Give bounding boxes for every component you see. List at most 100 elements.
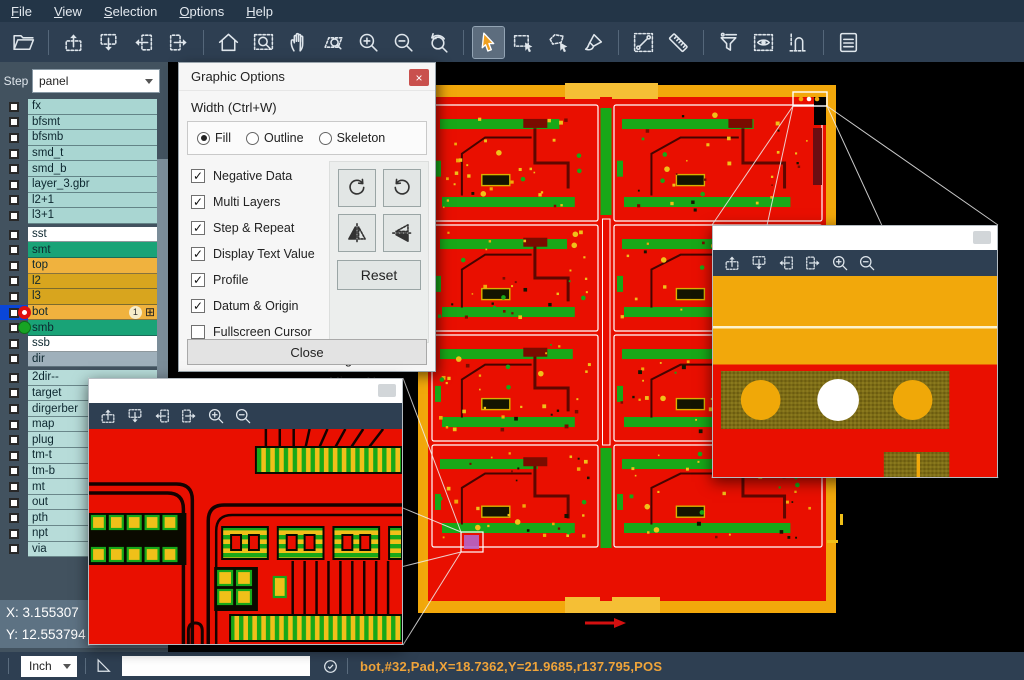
layer-name-cell[interactable]: l3+1	[28, 208, 157, 224]
radio-skeleton[interactable]: Skeleton	[319, 131, 386, 145]
layer-name-cell[interactable]: l2	[28, 274, 157, 290]
layer-row-sst[interactable]: sst	[0, 227, 168, 243]
layer-visibility-checkbox[interactable]	[0, 289, 28, 305]
menu-help[interactable]: Help	[235, 0, 284, 22]
reset-button[interactable]: Reset	[337, 260, 421, 290]
popup-titlebar[interactable]	[89, 379, 402, 403]
snap-button[interactable]	[783, 27, 814, 58]
layer-visibility-checkbox[interactable]	[0, 242, 28, 258]
layer-visibility-checkbox[interactable]	[0, 208, 28, 224]
report-button[interactable]	[833, 27, 864, 58]
layer-row-smd_b[interactable]: smd_b	[0, 161, 168, 177]
measure-line-button[interactable]	[628, 27, 659, 58]
layer-visibility-checkbox[interactable]	[0, 99, 28, 115]
zoom-object-button[interactable]	[318, 27, 349, 58]
popup-titlebar[interactable]	[713, 226, 997, 250]
layer-name-cell[interactable]: l3	[28, 289, 157, 305]
layer-visibility-checkbox[interactable]	[0, 448, 28, 464]
layer-visibility-checkbox[interactable]	[0, 479, 28, 495]
layer-row-smb[interactable]: smb	[0, 320, 168, 336]
layer-visibility-checkbox[interactable]	[0, 274, 28, 290]
popup-magnified-view[interactable]	[713, 276, 997, 477]
layer-visibility-checkbox[interactable]	[0, 227, 28, 243]
layer-visibility-checkbox[interactable]	[0, 542, 28, 558]
command-input[interactable]	[122, 656, 310, 676]
layer-row-dir[interactable]: dir	[0, 352, 168, 368]
select-pointer-button[interactable]	[473, 27, 504, 58]
layer-name-cell[interactable]: smb	[28, 320, 157, 336]
layer-visibility-checkbox[interactable]	[0, 417, 28, 433]
pan-left-button[interactable]	[772, 252, 799, 274]
unit-select[interactable]: Inch	[21, 656, 77, 677]
layer-visibility-checkbox[interactable]	[0, 115, 28, 131]
zoom-out-button[interactable]	[388, 27, 419, 58]
home-button[interactable]	[213, 27, 244, 58]
layer-row-smt[interactable]: smt	[0, 242, 168, 258]
layer-row-l2[interactable]: l2	[0, 274, 168, 290]
layer-visibility-checkbox[interactable]	[0, 161, 28, 177]
view-options-button[interactable]	[748, 27, 779, 58]
apply-circle-check-icon[interactable]	[322, 658, 339, 675]
pan-up-button[interactable]	[58, 27, 89, 58]
pan-down-button[interactable]	[121, 405, 148, 427]
zoom-in-button[interactable]	[826, 252, 853, 274]
layer-visibility-checkbox[interactable]	[0, 386, 28, 402]
layer-row-l2+1[interactable]: l2+1	[0, 193, 168, 209]
layer-name-cell[interactable]: sst	[28, 227, 157, 243]
layer-visibility-checkbox[interactable]	[0, 464, 28, 480]
zoom-out-button[interactable]	[853, 252, 880, 274]
popup-window-button[interactable]	[973, 231, 991, 244]
layer-visibility-checkbox[interactable]	[0, 336, 28, 352]
layer-visibility-checkbox[interactable]	[0, 146, 28, 162]
menu-view[interactable]: View	[43, 0, 93, 22]
filter-button[interactable]	[713, 27, 744, 58]
layer-name-cell[interactable]: l2+1	[28, 193, 157, 209]
pan-right-button[interactable]	[799, 252, 826, 274]
pan-left-button[interactable]	[128, 27, 159, 58]
select-rect-button[interactable]	[508, 27, 539, 58]
zoom-previous-button[interactable]	[423, 27, 454, 58]
mirror-horizontal-button[interactable]	[383, 214, 421, 252]
zoom-in-button[interactable]	[353, 27, 384, 58]
select-poly-button[interactable]	[543, 27, 574, 58]
layer-row-l3+1[interactable]: l3+1	[0, 208, 168, 224]
layer-visibility-checkbox[interactable]	[0, 177, 28, 193]
layer-row-layer_3.gbr[interactable]: layer_3.gbr	[0, 177, 168, 193]
zoom-out-button[interactable]	[229, 405, 256, 427]
close-button[interactable]: Close	[187, 339, 427, 365]
layer-name-cell[interactable]: ssb	[28, 336, 157, 352]
layer-name-cell[interactable]: bot1⊞	[28, 305, 157, 321]
popup-window-button[interactable]	[378, 384, 396, 397]
radio-outline[interactable]: Outline	[246, 131, 304, 145]
layer-name-cell[interactable]: bfsmb	[28, 130, 157, 146]
layer-row-bfsmb[interactable]: bfsmb	[0, 130, 168, 146]
zoom-in-button[interactable]	[202, 405, 229, 427]
pan-down-button[interactable]	[745, 252, 772, 274]
layer-row-top[interactable]: top	[0, 258, 168, 274]
layer-name-cell[interactable]: layer_3.gbr	[28, 177, 157, 193]
pan-down-button[interactable]	[93, 27, 124, 58]
layer-name-cell[interactable]: smt	[28, 242, 157, 258]
rotate-ccw-button[interactable]	[383, 169, 421, 207]
layer-row-smd_t[interactable]: smd_t	[0, 146, 168, 162]
layer-row-bot[interactable]: bot1⊞	[0, 305, 168, 321]
open-folder-button[interactable]	[8, 27, 39, 58]
step-select[interactable]: panel	[32, 69, 160, 93]
zoom-window-button[interactable]	[248, 27, 279, 58]
menu-options[interactable]: Options	[168, 0, 235, 22]
pan-up-button[interactable]	[718, 252, 745, 274]
layer-name-cell[interactable]: dir	[28, 352, 157, 368]
layer-visibility-checkbox[interactable]	[0, 193, 28, 209]
popup-magnified-view[interactable]	[89, 429, 402, 644]
layer-row-ssb[interactable]: ssb	[0, 336, 168, 352]
pan-right-button[interactable]	[163, 27, 194, 58]
grid-icon[interactable]: ⊞	[145, 306, 155, 318]
layer-visibility-checkbox[interactable]	[0, 401, 28, 417]
pan-right-button[interactable]	[175, 405, 202, 427]
layer-name-cell[interactable]: fx	[28, 99, 157, 115]
pan-hand-button[interactable]	[283, 27, 314, 58]
layer-name-cell[interactable]: top	[28, 258, 157, 274]
layer-visibility-checkbox[interactable]	[0, 495, 28, 511]
pan-up-button[interactable]	[94, 405, 121, 427]
layer-row-l3[interactable]: l3	[0, 289, 168, 305]
